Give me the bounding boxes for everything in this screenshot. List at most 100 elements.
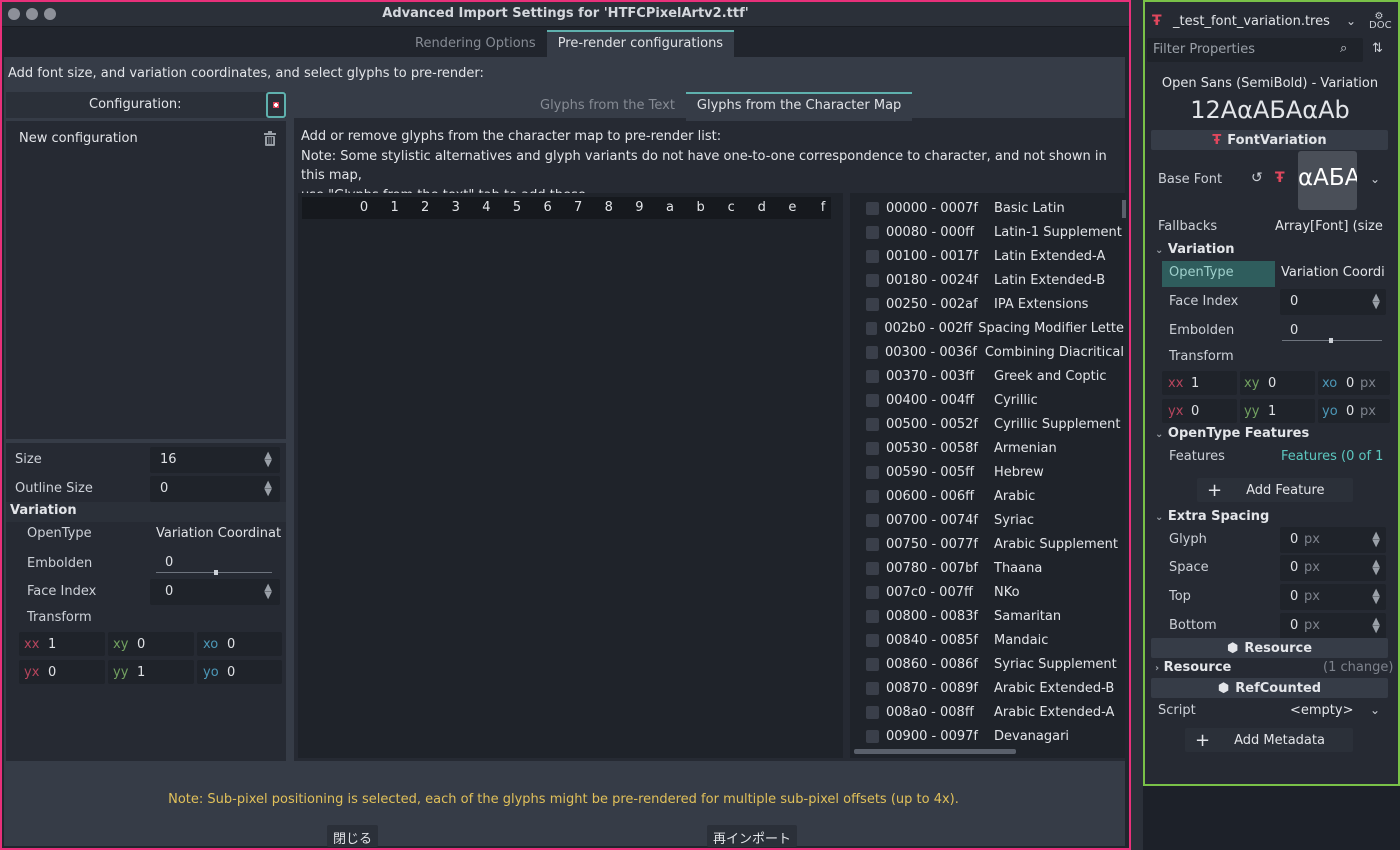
- resource-group[interactable]: › Resource: [1155, 660, 1231, 675]
- bottom-spacing-field[interactable]: 0 px ▲ ▼: [1280, 613, 1386, 639]
- block-checkbox[interactable]: [866, 657, 879, 671]
- tab-pre-render-configurations[interactable]: Pre-render configurations: [546, 30, 735, 59]
- unicode-block-row[interactable]: 008a0 - 008ff Arabic Extended-A: [866, 700, 1124, 724]
- space-spacing-value: 0: [1290, 560, 1299, 575]
- unicode-block-row[interactable]: 00370 - 003ff Greek and Coptic: [866, 364, 1124, 388]
- unicode-block-row[interactable]: 00500 - 0052f Cyrillic Supplement: [866, 412, 1124, 436]
- block-checkbox[interactable]: [866, 681, 879, 695]
- face-index-field[interactable]: 0 ▲ ▼: [1280, 289, 1386, 315]
- script-value[interactable]: <empty>: [1290, 703, 1354, 718]
- opentype-value[interactable]: Variation Coordi: [1281, 265, 1385, 280]
- spin-icon[interactable]: ▲ ▼: [264, 451, 272, 469]
- block-checkbox[interactable]: [866, 561, 879, 575]
- outline-size-field[interactable]: 0 ▲ ▼: [150, 476, 280, 502]
- block-range: 00500 - 0052f: [886, 416, 978, 432]
- extra-spacing-section[interactable]: ⌄ Extra Spacing: [1155, 509, 1269, 524]
- block-checkbox[interactable]: [866, 225, 879, 239]
- block-checkbox[interactable]: [866, 633, 879, 647]
- add-metadata-button[interactable]: + Add Metadata: [1185, 728, 1353, 752]
- horizontal-scrollbar[interactable]: [854, 749, 1016, 754]
- reimport-button[interactable]: 再インポート: [707, 825, 798, 847]
- glyph-grid[interactable]: [298, 193, 843, 758]
- size-field[interactable]: 16 ▲ ▼: [150, 447, 280, 473]
- unicode-block-row[interactable]: 007c0 - 007ff NKo: [866, 580, 1124, 604]
- revert-icon[interactable]: ↺: [1251, 170, 1263, 186]
- tab-glyphs-from-charmap[interactable]: Glyphs from the Character Map: [685, 92, 913, 121]
- slider-grabber[interactable]: [214, 570, 218, 575]
- unicode-block-row[interactable]: 00870 - 0089f Arabic Extended-B: [866, 676, 1124, 700]
- top-spacing-field[interactable]: 0 px ▲ ▼: [1280, 584, 1386, 610]
- unicode-block-row[interactable]: 00180 - 0024f Latin Extended-B: [866, 268, 1124, 292]
- tab-glyphs-from-text[interactable]: Glyphs from the Text: [529, 92, 686, 121]
- variation-section[interactable]: ⌄ Variation: [1155, 242, 1235, 257]
- tools-icon[interactable]: ⇅: [1372, 41, 1383, 56]
- block-checkbox[interactable]: [866, 465, 879, 479]
- block-checkbox[interactable]: [866, 729, 879, 743]
- spin-icon[interactable]: ▲ ▼: [264, 583, 272, 601]
- block-checkbox[interactable]: [866, 201, 879, 215]
- block-checkbox[interactable]: [866, 513, 879, 527]
- docs-icon[interactable]: ⚙ DOC: [1369, 12, 1392, 31]
- vertical-scrollbar[interactable]: [1122, 200, 1126, 218]
- unicode-block-row[interactable]: 00860 - 0086f Syriac Supplement: [866, 652, 1124, 676]
- spin-icon[interactable]: ▲ ▼: [1372, 617, 1380, 635]
- unicode-block-row[interactable]: 00590 - 005ff Hebrew: [866, 460, 1124, 484]
- configuration-item[interactable]: New configuration: [19, 131, 138, 146]
- filter-properties-input[interactable]: Filter Properties ⌕: [1147, 38, 1363, 62]
- spin-icon[interactable]: ▲ ▼: [1372, 293, 1380, 311]
- slider-grabber[interactable]: [1329, 338, 1333, 343]
- spin-icon[interactable]: ▲ ▼: [1372, 531, 1380, 549]
- block-checkbox[interactable]: [866, 705, 879, 719]
- unicode-block-row[interactable]: 00300 - 0036f Combining Diacritical: [866, 340, 1124, 364]
- unicode-block-row[interactable]: 00080 - 000ff Latin-1 Supplement: [866, 220, 1124, 244]
- chevron-down-icon[interactable]: ⌄: [1346, 14, 1356, 28]
- unicode-block-row[interactable]: 00750 - 0077f Arabic Supplement: [866, 532, 1124, 556]
- chevron-down-icon[interactable]: ⌄: [1370, 703, 1380, 717]
- unicode-block-row[interactable]: 00530 - 0058f Armenian: [866, 436, 1124, 460]
- face-index-field[interactable]: 0 ▲ ▼: [150, 579, 280, 605]
- block-checkbox[interactable]: [866, 441, 879, 455]
- trash-icon[interactable]: [263, 131, 277, 150]
- tab-rendering-options[interactable]: Rendering Options: [404, 30, 547, 59]
- block-checkbox[interactable]: [866, 321, 878, 335]
- unicode-block-row[interactable]: 002b0 - 002ff Spacing Modifier Lette: [866, 316, 1124, 340]
- chevron-down-icon[interactable]: ⌄: [1370, 172, 1380, 186]
- unicode-block-row[interactable]: 00600 - 006ff Arabic: [866, 484, 1124, 508]
- block-checkbox[interactable]: [866, 369, 879, 383]
- opentype-features-section[interactable]: ⌄ OpenType Features: [1155, 426, 1309, 441]
- base-font-preview-button[interactable]: αAБA: [1298, 151, 1357, 210]
- block-checkbox[interactable]: [866, 273, 879, 287]
- unicode-block-row[interactable]: 00000 - 0007f Basic Latin: [866, 196, 1124, 220]
- add-configuration-button[interactable]: [266, 92, 286, 118]
- unicode-block-row[interactable]: 00250 - 002af IPA Extensions: [866, 292, 1124, 316]
- spin-icon[interactable]: ▲ ▼: [264, 480, 272, 498]
- unicode-block-row[interactable]: 00780 - 007bf Thaana: [866, 556, 1124, 580]
- block-checkbox[interactable]: [866, 537, 879, 551]
- unicode-block-row[interactable]: 00900 - 0097f Devanagari: [866, 724, 1124, 748]
- unicode-block-row[interactable]: 00840 - 0085f Mandaic: [866, 628, 1124, 652]
- unicode-block-row[interactable]: 00800 - 0083f Samaritan: [866, 604, 1124, 628]
- block-checkbox[interactable]: [866, 417, 879, 431]
- block-checkbox[interactable]: [866, 393, 879, 407]
- block-checkbox[interactable]: [866, 345, 879, 359]
- space-spacing-field[interactable]: 0 px ▲ ▼: [1280, 555, 1386, 581]
- block-checkbox[interactable]: [866, 609, 879, 623]
- unicode-block-row[interactable]: 00400 - 004ff Cyrillic: [866, 388, 1124, 412]
- unicode-block-row[interactable]: 00100 - 0017f Latin Extended-A: [866, 244, 1124, 268]
- unicode-block-row[interactable]: 00700 - 0074f Syriac: [866, 508, 1124, 532]
- block-checkbox[interactable]: [866, 297, 879, 311]
- block-checkbox[interactable]: [866, 249, 879, 263]
- add-feature-button[interactable]: + Add Feature: [1197, 478, 1353, 502]
- spin-icon[interactable]: ▲ ▼: [1372, 559, 1380, 577]
- spin-icon[interactable]: ▲ ▼: [1372, 588, 1380, 606]
- close-button[interactable]: 閉じる: [327, 825, 379, 847]
- unit-label: px: [1304, 560, 1320, 575]
- block-checkbox[interactable]: [866, 489, 879, 503]
- fallbacks-value[interactable]: Array[Font] (size: [1275, 219, 1383, 234]
- block-checkbox[interactable]: [866, 585, 879, 599]
- features-value[interactable]: Features (0 of 1: [1281, 449, 1383, 464]
- resource-selector[interactable]: Ŧ _test_font_variation.tres ⌄: [1145, 9, 1367, 35]
- glyph-spacing-field[interactable]: 0 px ▲ ▼: [1280, 527, 1386, 553]
- opentype-value[interactable]: Variation Coordinat: [156, 526, 281, 541]
- variation-label[interactable]: Variation: [10, 503, 77, 518]
